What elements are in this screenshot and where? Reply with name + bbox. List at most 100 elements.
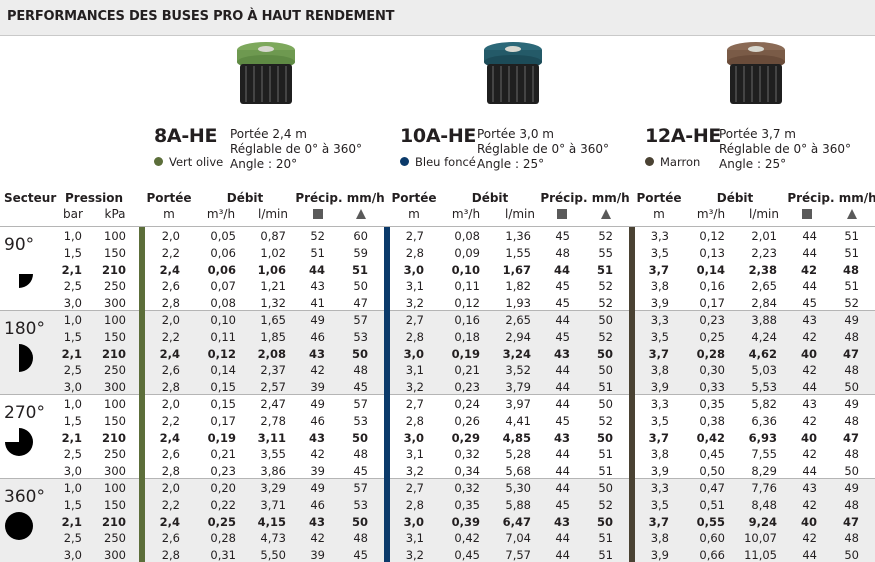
table-cell: 57 (353, 313, 368, 327)
table-cell: 2,0 (161, 229, 180, 243)
spec-angle: Angle : 25° (719, 157, 787, 171)
divider (0, 226, 875, 227)
table-cell: 0,31 (210, 548, 236, 562)
model-specs: Portée 3,0 m Réglable de 0° à 360° Angle… (477, 127, 609, 172)
table-cell: 43 (802, 481, 817, 495)
table-cell: 43 (553, 346, 570, 361)
table-cell: 0,25 (207, 514, 236, 529)
table-cell: 3,8 (650, 447, 669, 462)
table-cell: 45 (555, 497, 570, 512)
table-cell: 6,93 (748, 430, 777, 445)
table-cell: 300 (104, 548, 126, 562)
table-cell: 51 (598, 531, 613, 546)
table-cell: 4,73 (260, 531, 286, 546)
table-cell: 0,30 (699, 363, 725, 378)
table-cell: 50 (844, 380, 859, 395)
table-cell: 1,93 (505, 296, 531, 311)
table-cell: 100 (104, 229, 126, 243)
table-cell: 42 (800, 262, 817, 277)
table-cell: 0,11 (454, 279, 480, 294)
table-cell: 52 (844, 296, 859, 311)
table-cell: 2,65 (751, 279, 777, 294)
table-cell: 3,0 (403, 430, 424, 445)
table-cell: 2,2 (161, 245, 180, 260)
half-circle-icon (19, 344, 33, 372)
table-cell: 47 (842, 346, 859, 361)
table-cell: 2,4 (159, 514, 180, 529)
table-cell: 210 (101, 430, 126, 445)
table-cell: 250 (104, 279, 126, 294)
table-cell: 49 (310, 481, 325, 495)
table-cell: 5,53 (751, 380, 777, 395)
table-cell: 4,41 (505, 413, 531, 428)
table-cell: 48 (353, 363, 368, 378)
table-cell: 3,88 (751, 313, 777, 327)
table-cell: 0,21 (454, 363, 480, 378)
table-cell: 44 (802, 380, 817, 395)
table-cell: 1,67 (502, 262, 531, 277)
table-cell: 43 (802, 397, 817, 411)
table-cell: 300 (104, 296, 126, 311)
table-cell: 0,42 (454, 531, 480, 546)
header-debit-8a: Débit (226, 191, 264, 205)
table-cell: 2,01 (751, 229, 777, 243)
model-specs: Portée 2,4 m Réglable de 0° à 360° Angle… (230, 127, 362, 172)
table-cell: 46 (310, 497, 325, 512)
table-cell: 2,94 (505, 329, 531, 344)
table-cell: 3,3 (650, 481, 669, 495)
table-cell: 50 (596, 346, 613, 361)
table-cell: 3,0 (63, 464, 82, 479)
table-cell: 3,9 (650, 380, 669, 395)
table-cell: 0,13 (699, 245, 725, 260)
table-cell: 45 (802, 296, 817, 311)
table-cell: 0,21 (210, 447, 236, 462)
sector-group-270 (0, 394, 875, 478)
table-cell: 49 (844, 481, 859, 495)
three-quarter-circle-icon (5, 428, 33, 456)
table-cell: 42 (802, 531, 817, 546)
table-cell: 43 (553, 514, 570, 529)
table-cell: 1,5 (63, 245, 82, 260)
table-cell: 44 (555, 548, 570, 562)
table-cell: 1,5 (63, 497, 82, 512)
table-cell: 2,47 (260, 397, 286, 411)
table-cell: 1,32 (260, 296, 286, 311)
header-portee-10a: Portée (391, 191, 437, 205)
table-cell: 0,26 (454, 413, 480, 428)
header-m3h-8a: m³/h (206, 207, 236, 221)
table-cell: 55 (598, 245, 613, 260)
table-cell: 0,38 (699, 413, 725, 428)
table-cell: 48 (844, 497, 859, 512)
table-cell: 0,08 (454, 229, 480, 243)
header-m-8a: m (163, 207, 175, 221)
table-cell: 45 (353, 548, 368, 562)
table-cell: 50 (844, 464, 859, 479)
table-cell: 7,76 (751, 481, 777, 495)
table-cell: 210 (101, 346, 126, 361)
table-cell: 2,5 (63, 447, 82, 462)
table-cell: 45 (353, 380, 368, 395)
table-cell: 2,08 (257, 346, 286, 361)
table-cell: 45 (555, 279, 570, 294)
table-cell: 50 (351, 346, 368, 361)
table-cell: 2,5 (63, 279, 82, 294)
table-cell: 0,45 (699, 447, 725, 462)
table-cell: 8,29 (751, 464, 777, 479)
square-spacing-icon (802, 209, 812, 219)
table-cell: 3,86 (260, 464, 286, 479)
table-cell: 2,1 (61, 262, 82, 277)
table-cell: 49 (310, 397, 325, 411)
divider (0, 478, 875, 479)
model-specs: Portée 3,7 m Réglable de 0° à 360° Angle… (719, 127, 851, 172)
nozzle-12a-he-image (727, 42, 785, 104)
table-cell: 9,24 (748, 514, 777, 529)
table-cell: 43 (308, 346, 325, 361)
table-cell: 0,55 (696, 514, 725, 529)
table-cell: 41 (310, 296, 325, 311)
quarter-circle-icon (19, 274, 33, 288)
table-cell: 60 (353, 229, 368, 243)
table-cell: 42 (310, 531, 325, 546)
table-cell: 53 (353, 497, 368, 512)
table-cell: 50 (351, 514, 368, 529)
table-cell: 7,55 (751, 447, 777, 462)
